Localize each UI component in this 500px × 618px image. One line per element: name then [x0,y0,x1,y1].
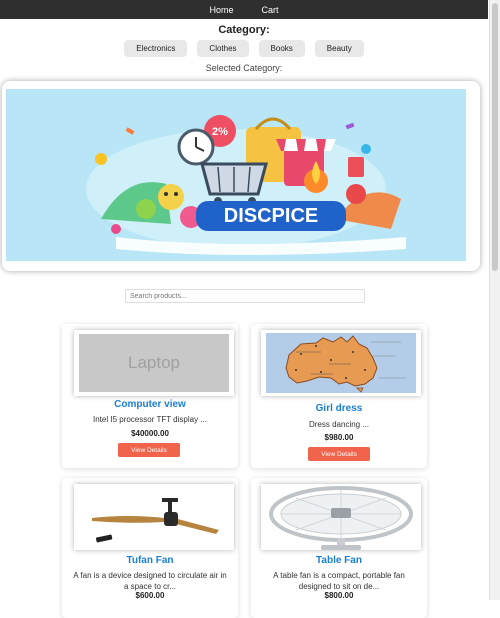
product-image [74,484,234,550]
scrollbar[interactable] [489,0,500,600]
banner-brand-text: DISCPICE [224,205,318,227]
promo-banner[interactable]: 2% DISCPICE [2,81,480,271]
category-books-button[interactable]: Books [258,40,305,57]
product-description: Intel I5 processor TFT display ... [93,415,207,424]
product-price: $600.00 [135,591,165,600]
product-card-table-fan[interactable]: Table Fan A table fan is a compact, port… [251,478,427,618]
category-beauty-button[interactable]: Beauty [314,40,364,57]
view-details-button[interactable]: View Details [118,443,180,457]
product-description: A fan is a device designed to circulate … [73,571,227,591]
nav-home-link[interactable]: Home [209,5,233,15]
table-fan-image [261,484,421,550]
nav-cart-link[interactable]: Cart [262,5,279,15]
product-card-tufan-fan[interactable]: Tufan Fan A fan is a device designed to … [62,478,238,618]
product-price: $980.00 [324,433,354,442]
ceiling-fan-image [74,484,234,550]
discount-badge: 2% [212,126,228,138]
product-price: $800.00 [324,591,354,600]
selected-category-label: Selected Category: [205,63,283,73]
product-description: Dress dancing ... [308,420,370,429]
product-image [261,484,421,550]
category-clothes-button[interactable]: Clothes [197,40,249,57]
australia-map-image [266,333,416,393]
category-title: Category: [218,24,270,36]
category-electronics-button[interactable]: Electronics [124,40,188,57]
product-name[interactable]: Table Fan [251,555,427,566]
category-buttons: Electronics Clothes Books Beauty [0,40,488,57]
banner-illustration: 2% DISCPICE [6,89,466,261]
product-card-girl-dress[interactable]: Girl dress Dress dancing ... $980.00 Vie… [251,324,427,468]
scrollbar-thumb[interactable] [492,3,498,271]
view-details-button[interactable]: View Details [308,447,370,461]
product-name[interactable]: Tufan Fan [62,555,238,566]
product-image: Laptop [74,330,234,396]
product-name[interactable]: Girl dress [251,403,427,414]
product-description: A table fan is a compact, portable fan d… [273,571,405,591]
top-nav: Home Cart [0,0,488,19]
placeholder-text: Laptop [128,353,180,372]
product-name[interactable]: Computer view [62,399,238,410]
laptop-placeholder-image: Laptop [79,334,229,392]
product-price: $40000.00 [131,429,169,438]
product-image [261,330,421,396]
product-card-computer-view[interactable]: Laptop Computer view Intel I5 processor … [62,324,238,468]
search-input[interactable] [125,289,365,303]
